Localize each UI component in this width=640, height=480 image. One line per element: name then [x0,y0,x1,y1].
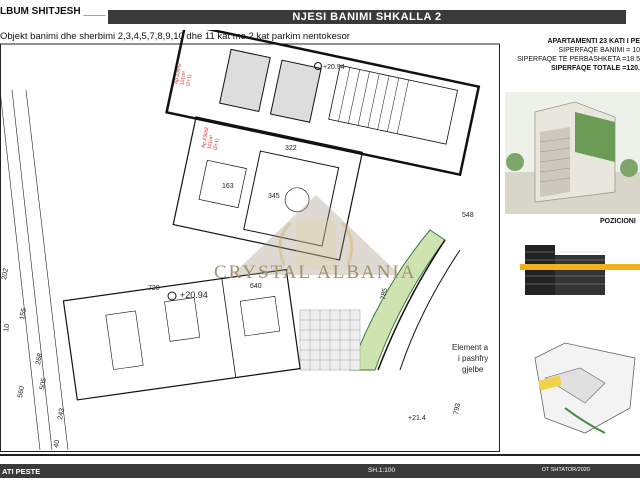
element-note-1: Element a [452,343,489,352]
footer-scale: SH.1:100 [368,467,396,474]
element-note-3: gjelbe [462,365,484,374]
info-title: APARTAMENTI 23 KATI I PE [547,38,640,45]
level-marker-1: +20.94 [323,64,345,71]
dim-label: 155 [19,308,28,321]
watermark-logo [232,195,400,275]
info-total-area: SIPERFAQE TOTALE =120. [550,65,640,72]
elevation-diagram [520,245,640,295]
watermark-text: CRYSTAL ALBANIA [214,262,417,283]
dim-label: 322 [285,145,297,152]
info-living-area: SIPERFAQE BANIMI = 10 [558,47,640,54]
dim-label: 548 [462,212,474,219]
element-note-2: i pashfry [458,354,488,363]
dim-label: 720 [148,285,160,292]
dim-label: 10 [3,323,11,332]
dim-label: 243 [57,408,66,421]
dim-label: 793 [453,403,462,416]
apartment-info: APARTAMENTI 23 KATI I PE SIPERFAQE BANIM… [510,37,640,73]
title-block: ATI PESTE SH.1:100 XPLANSTUDIO DT SHTATO… [0,454,640,478]
sheet-title: NJESI BANIMI SHKALLA 2 [108,10,626,24]
apt-label-1-type: (2+1) [185,74,193,87]
position-label: POZICIONI [600,218,636,225]
footer-floor: ATI PESTE [2,467,41,476]
dim-label: 202 [1,268,10,281]
info-common-area: SIPERFAQE TE PERBASHKETA =18.5 [517,56,640,63]
level-marker-2: +20.94 [180,290,208,300]
level-marker-3: +21.4 [408,415,426,422]
footer-date: DT SHTATOR/2020 [542,467,590,473]
building-render [505,92,640,214]
dim-label: 505 [39,378,48,391]
dim-label: 560 [17,386,26,399]
album-label: LBUM SHITJESH ____ [0,6,106,17]
footer-studio: XPLANSTUDIO [444,459,505,466]
apt-label-2-type: (2+1) [212,138,220,151]
site-key-plan [534,342,636,434]
dim-label: 40 [53,439,61,448]
